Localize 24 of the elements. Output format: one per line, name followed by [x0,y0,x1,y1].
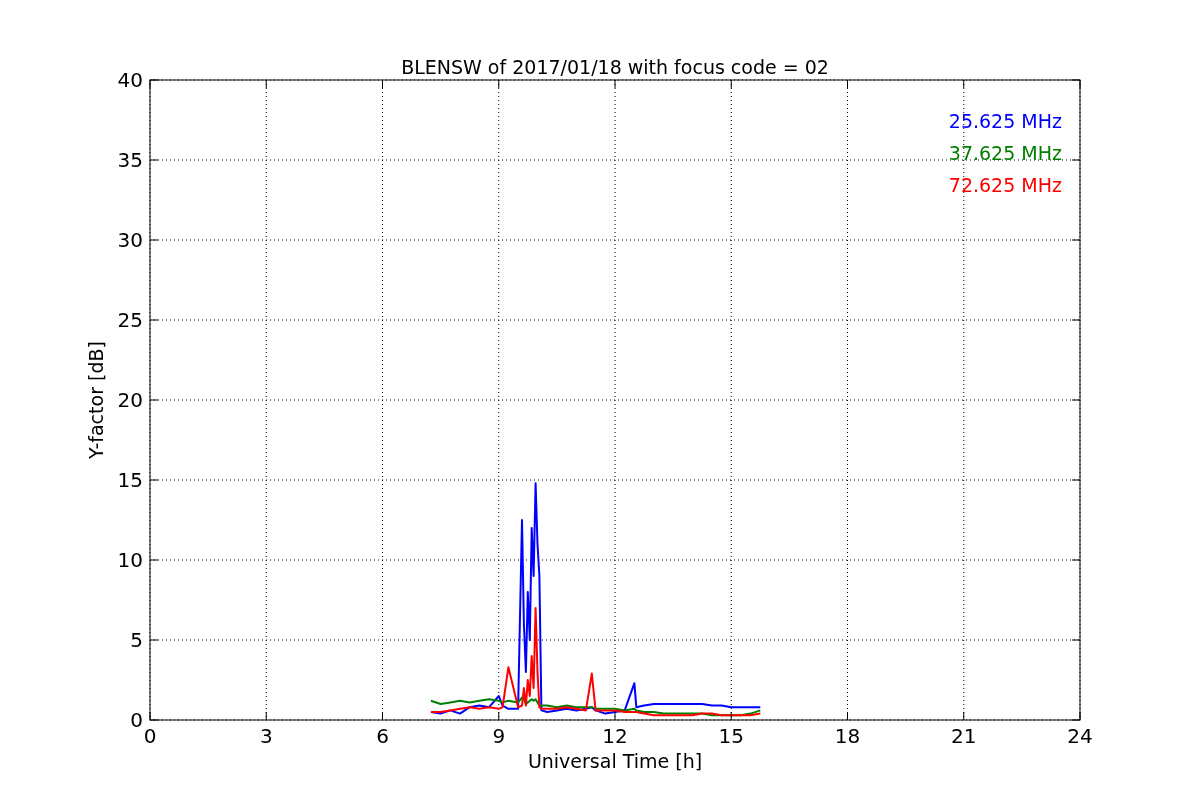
legend-label: 25.625 MHz [948,110,1062,132]
y-tick-label: 0 [130,708,143,732]
x-tick-label: 6 [376,724,389,748]
x-tick-label: 24 [1067,724,1093,748]
y-tick-label: 30 [117,228,143,252]
y-tick-label: 20 [117,388,143,412]
y-axis-label: Y-factor [dB] [85,341,107,459]
y-tick-label: 25 [117,308,143,332]
y-tick-label: 40 [117,68,143,92]
chart-title: BLENSW of 2017/01/18 with focus code = 02 [401,56,829,78]
legend-label: 37.625 MHz [948,142,1062,164]
x-tick-label: 18 [834,724,861,748]
y-tick-label: 35 [117,148,143,172]
x-axis-label: Universal Time [h] [527,750,703,772]
y-tick-label: 10 [117,548,143,572]
x-tick-label: 21 [951,724,977,748]
x-tick-label: 15 [718,724,744,748]
y-tick-label: 5 [130,628,143,652]
x-tick-label: 3 [259,724,273,748]
x-tick-label: 12 [602,724,628,748]
y-tick-label: 15 [117,468,143,492]
legend-label: 72.625 MHz [948,174,1062,196]
x-tick-label: 9 [492,724,506,748]
x-tick-label: 0 [143,724,157,748]
